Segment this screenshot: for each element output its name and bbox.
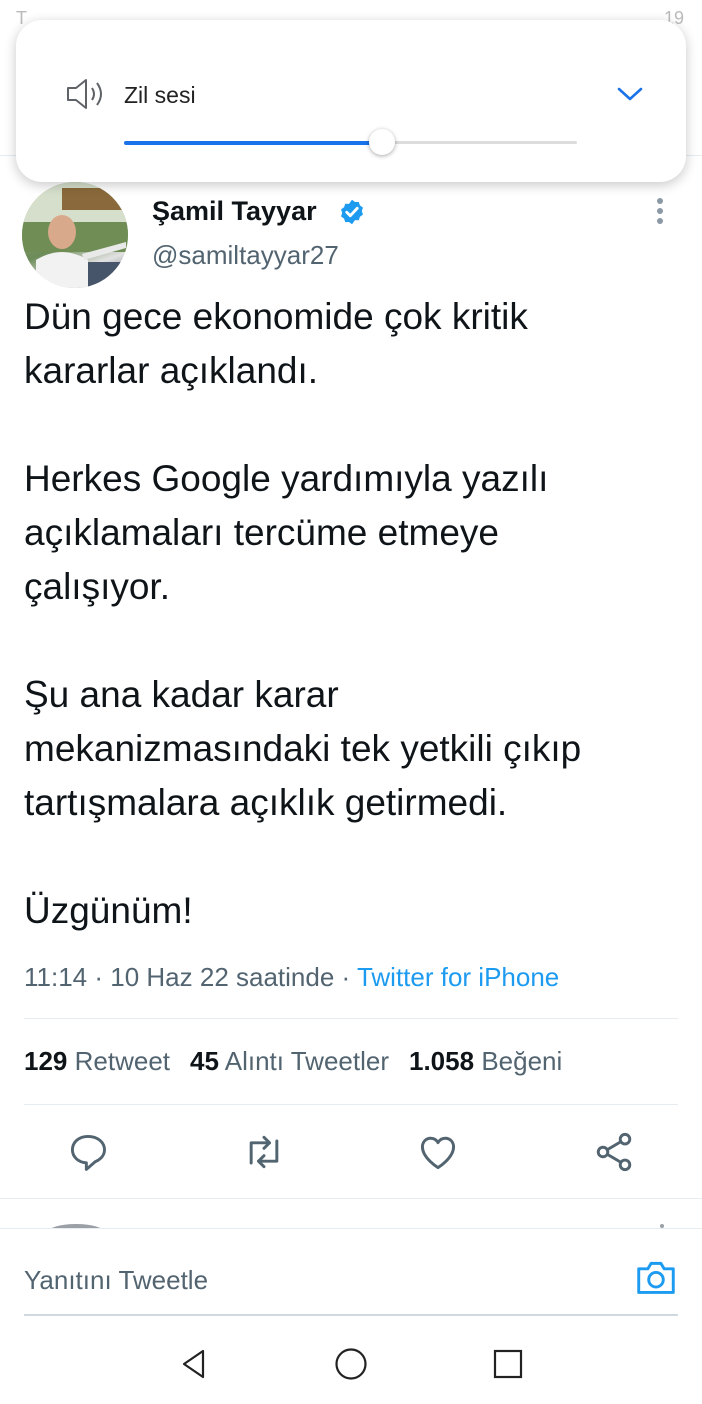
quote-stat[interactable]: 45 Alıntı Tweetler <box>190 1046 389 1076</box>
quote-count: 45 <box>190 1046 219 1076</box>
speaker-icon[interactable] <box>64 74 108 114</box>
volume-label: Zil sesi <box>124 82 196 108</box>
chevron-down-icon[interactable] <box>614 80 646 108</box>
tweet-source-link[interactable]: Twitter for iPhone <box>357 962 559 992</box>
like-icon[interactable] <box>416 1130 460 1174</box>
divider <box>24 1104 678 1105</box>
volume-slider[interactable] <box>124 129 577 155</box>
retweet-label: Retweet <box>74 1046 171 1076</box>
reply-bar[interactable]: Yanıtını Tweetle <box>0 1228 702 1319</box>
tweet-date: 10 Haz 22 saatinde <box>110 962 335 992</box>
more-options-icon[interactable] <box>652 196 668 226</box>
reply-icon[interactable] <box>66 1130 110 1174</box>
volume-slider-thumb[interactable] <box>369 129 396 155</box>
share-icon[interactable] <box>592 1130 636 1174</box>
verified-badge-icon <box>341 199 363 225</box>
like-count: 1.058 <box>409 1046 475 1076</box>
retweet-stat[interactable]: 129 Retweet <box>24 1046 170 1076</box>
retweet-icon[interactable] <box>242 1130 286 1174</box>
tweet-text: Dün gece ekonomide çok kritik kararlar a… <box>24 296 582 931</box>
divider <box>24 1018 678 1019</box>
tweet-time: 11:14 <box>24 962 88 992</box>
reply-underline <box>24 1314 678 1316</box>
avatar[interactable] <box>22 182 128 288</box>
next-tweet-peek <box>48 1224 664 1230</box>
reply-input[interactable]: Yanıtını Tweetle <box>24 1265 208 1296</box>
tweet-meta: 11:14 · 10 Haz 22 saatinde · Twitter for… <box>24 962 560 992</box>
volume-slider-fill <box>124 140 383 145</box>
volume-panel: Zil sesi <box>16 20 686 182</box>
divider <box>0 1198 702 1199</box>
home-icon[interactable] <box>333 1346 369 1382</box>
author-handle[interactable]: @samiltayyar27 <box>152 240 339 271</box>
camera-icon[interactable] <box>634 1257 678 1297</box>
quote-label: Alıntı Tweetler <box>224 1046 389 1076</box>
author-name[interactable]: Şamil Tayyar <box>152 196 317 227</box>
tweet-stats: 129 Retweet 45 Alıntı Tweetler 1.058 Beğen… <box>24 1046 562 1077</box>
recents-icon[interactable] <box>490 1346 526 1382</box>
retweet-count: 129 <box>24 1046 68 1076</box>
back-icon[interactable] <box>176 1346 212 1382</box>
like-label: Beğeni <box>481 1046 563 1076</box>
like-stat[interactable]: 1.058 Beğeni <box>409 1046 562 1076</box>
